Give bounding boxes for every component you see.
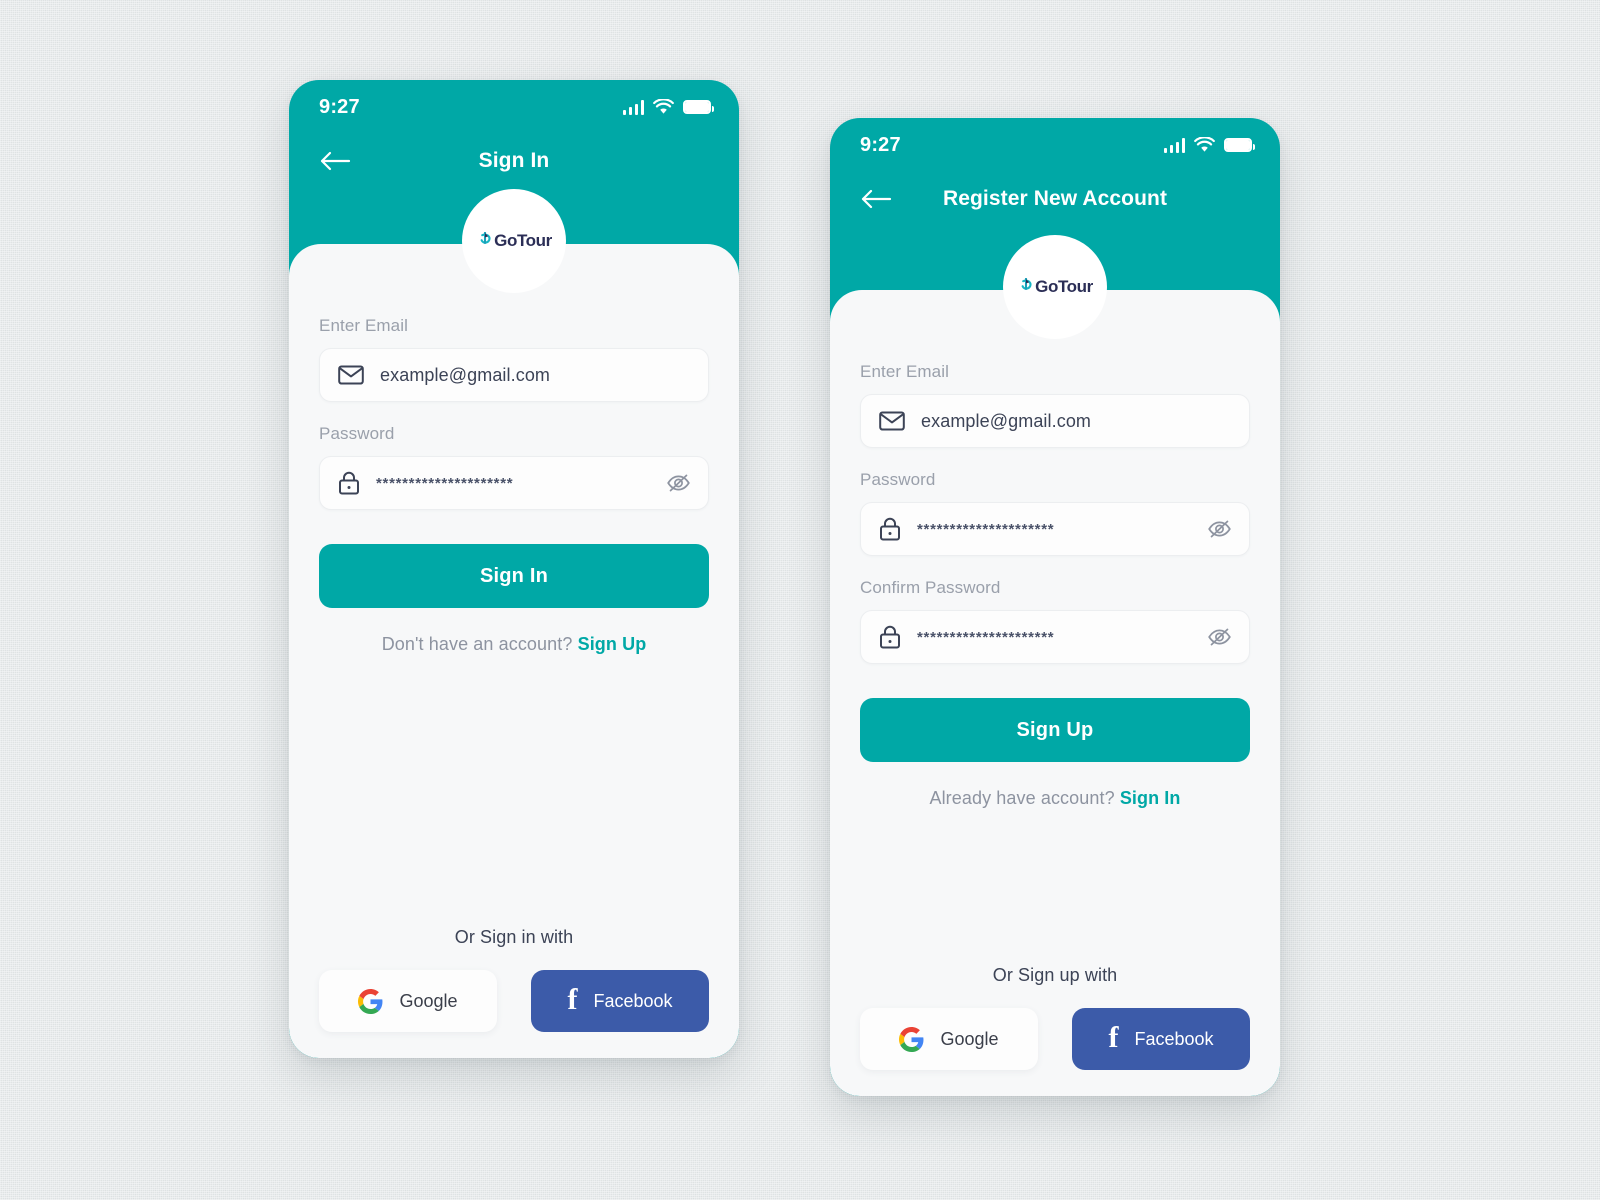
- register-form: Enter Email example@gmail.com Password *…: [860, 290, 1250, 809]
- google-icon: [358, 988, 383, 1014]
- facebook-icon: f: [1108, 1021, 1119, 1054]
- google-icon: [899, 1026, 924, 1052]
- facebook-sign-up-button[interactable]: f Facebook: [1072, 1008, 1250, 1070]
- password-value[interactable]: *********************: [917, 521, 1190, 538]
- password-label: Password: [319, 424, 395, 443]
- phone-screen-register: 9:27 Register New Account GoTour Enter E…: [830, 118, 1280, 1096]
- switch-to-register-line: Don't have an account? Sign Up: [319, 634, 709, 655]
- social-caption: Or Sign in with: [454, 927, 574, 947]
- password-field[interactable]: *********************: [860, 502, 1250, 556]
- status-time: 9:27: [860, 133, 901, 156]
- status-icon-group: [622, 99, 714, 115]
- password-label: Password: [860, 470, 936, 489]
- social-signup-section: Or Sign up with Google f Facebook: [860, 965, 1250, 1070]
- page-title: Sign In: [478, 149, 550, 172]
- nav-bar: Register New Account: [830, 172, 1280, 226]
- status-bar: 9:27: [830, 118, 1280, 172]
- status-icon-group: [1163, 137, 1255, 153]
- social-button-row: Google f Facebook: [860, 1008, 1250, 1070]
- eye-off-icon: [1208, 520, 1231, 538]
- google-sign-in-button[interactable]: Google: [319, 970, 497, 1032]
- page-title: Register New Account: [942, 187, 1168, 210]
- facebook-sign-in-button[interactable]: f Facebook: [531, 970, 709, 1032]
- location-pin-icon: [1021, 277, 1032, 290]
- logo-badge: GoTour: [1003, 235, 1107, 339]
- envelope-icon: [338, 365, 364, 385]
- logo-text: GoTour: [1035, 277, 1093, 296]
- status-time: 9:27: [319, 95, 360, 118]
- battery-icon: [1224, 138, 1255, 152]
- sign-in-form: Enter Email example@gmail.com Password *…: [319, 244, 709, 655]
- confirm-password-visibility-toggle[interactable]: [1206, 625, 1233, 649]
- phone-screen-sign-in: 9:27 Sign In GoTour Enter Email example@…: [289, 80, 739, 1058]
- google-button-label: Google: [940, 1028, 999, 1049]
- email-value[interactable]: example@gmail.com: [921, 411, 1233, 432]
- confirm-password-label: Confirm Password: [860, 578, 1001, 597]
- wifi-icon: [653, 99, 674, 114]
- nav-bar: Sign In: [289, 134, 739, 188]
- wifi-icon: [1194, 137, 1215, 152]
- eye-off-icon: [1208, 628, 1231, 646]
- lock-icon: [339, 471, 359, 495]
- back-button[interactable]: [860, 186, 894, 212]
- email-field[interactable]: example@gmail.com: [319, 348, 709, 402]
- password-value[interactable]: *********************: [376, 475, 649, 492]
- password-visibility-toggle[interactable]: [665, 471, 692, 495]
- social-button-row: Google f Facebook: [319, 970, 709, 1032]
- facebook-button-label: Facebook: [593, 990, 673, 1011]
- back-button[interactable]: [319, 148, 353, 174]
- status-bar: 9:27: [289, 80, 739, 134]
- social-login-section: Or Sign in with Google f Facebook: [319, 927, 709, 1032]
- logo-text: GoTour: [494, 231, 552, 250]
- arrow-left-icon: [320, 151, 351, 171]
- sign-up-button[interactable]: Sign Up: [860, 698, 1250, 762]
- signal-icon: [622, 99, 644, 115]
- sign-in-link[interactable]: Sign In: [1120, 788, 1181, 808]
- social-caption: Or Sign up with: [992, 965, 1118, 985]
- envelope-icon: [879, 411, 905, 431]
- facebook-button-label: Facebook: [1134, 1028, 1214, 1049]
- confirm-password-value[interactable]: *********************: [917, 629, 1190, 646]
- switch-to-sign-in-line: Already have account? Sign In: [860, 788, 1250, 809]
- sign-up-link[interactable]: Sign Up: [578, 634, 647, 654]
- switch-prompt: Don't have an account?: [381, 634, 573, 654]
- location-pin-icon: [480, 231, 491, 244]
- email-label: Enter Email: [860, 362, 949, 381]
- facebook-icon: f: [567, 983, 578, 1016]
- eye-off-icon: [667, 474, 690, 492]
- sign-in-button[interactable]: Sign In: [319, 544, 709, 608]
- content-sheet: GoTour Enter Email example@gmail.com Pas…: [830, 235, 1280, 1096]
- lock-icon: [880, 517, 900, 541]
- email-value[interactable]: example@gmail.com: [380, 365, 692, 386]
- google-sign-up-button[interactable]: Google: [860, 1008, 1038, 1070]
- arrow-left-icon: [861, 189, 892, 209]
- confirm-password-field[interactable]: *********************: [860, 610, 1250, 664]
- signal-icon: [1163, 137, 1185, 153]
- email-label: Enter Email: [319, 316, 408, 335]
- switch-prompt: Already have account?: [929, 788, 1115, 808]
- password-visibility-toggle[interactable]: [1206, 517, 1233, 541]
- password-field[interactable]: *********************: [319, 456, 709, 510]
- google-button-label: Google: [399, 990, 458, 1011]
- email-field[interactable]: example@gmail.com: [860, 394, 1250, 448]
- logo-badge: GoTour: [462, 189, 566, 293]
- lock-icon: [880, 625, 900, 649]
- background-texture: [0, 0, 1600, 1200]
- content-sheet: GoTour Enter Email example@gmail.com Pas…: [289, 189, 739, 1058]
- battery-icon: [683, 100, 714, 114]
